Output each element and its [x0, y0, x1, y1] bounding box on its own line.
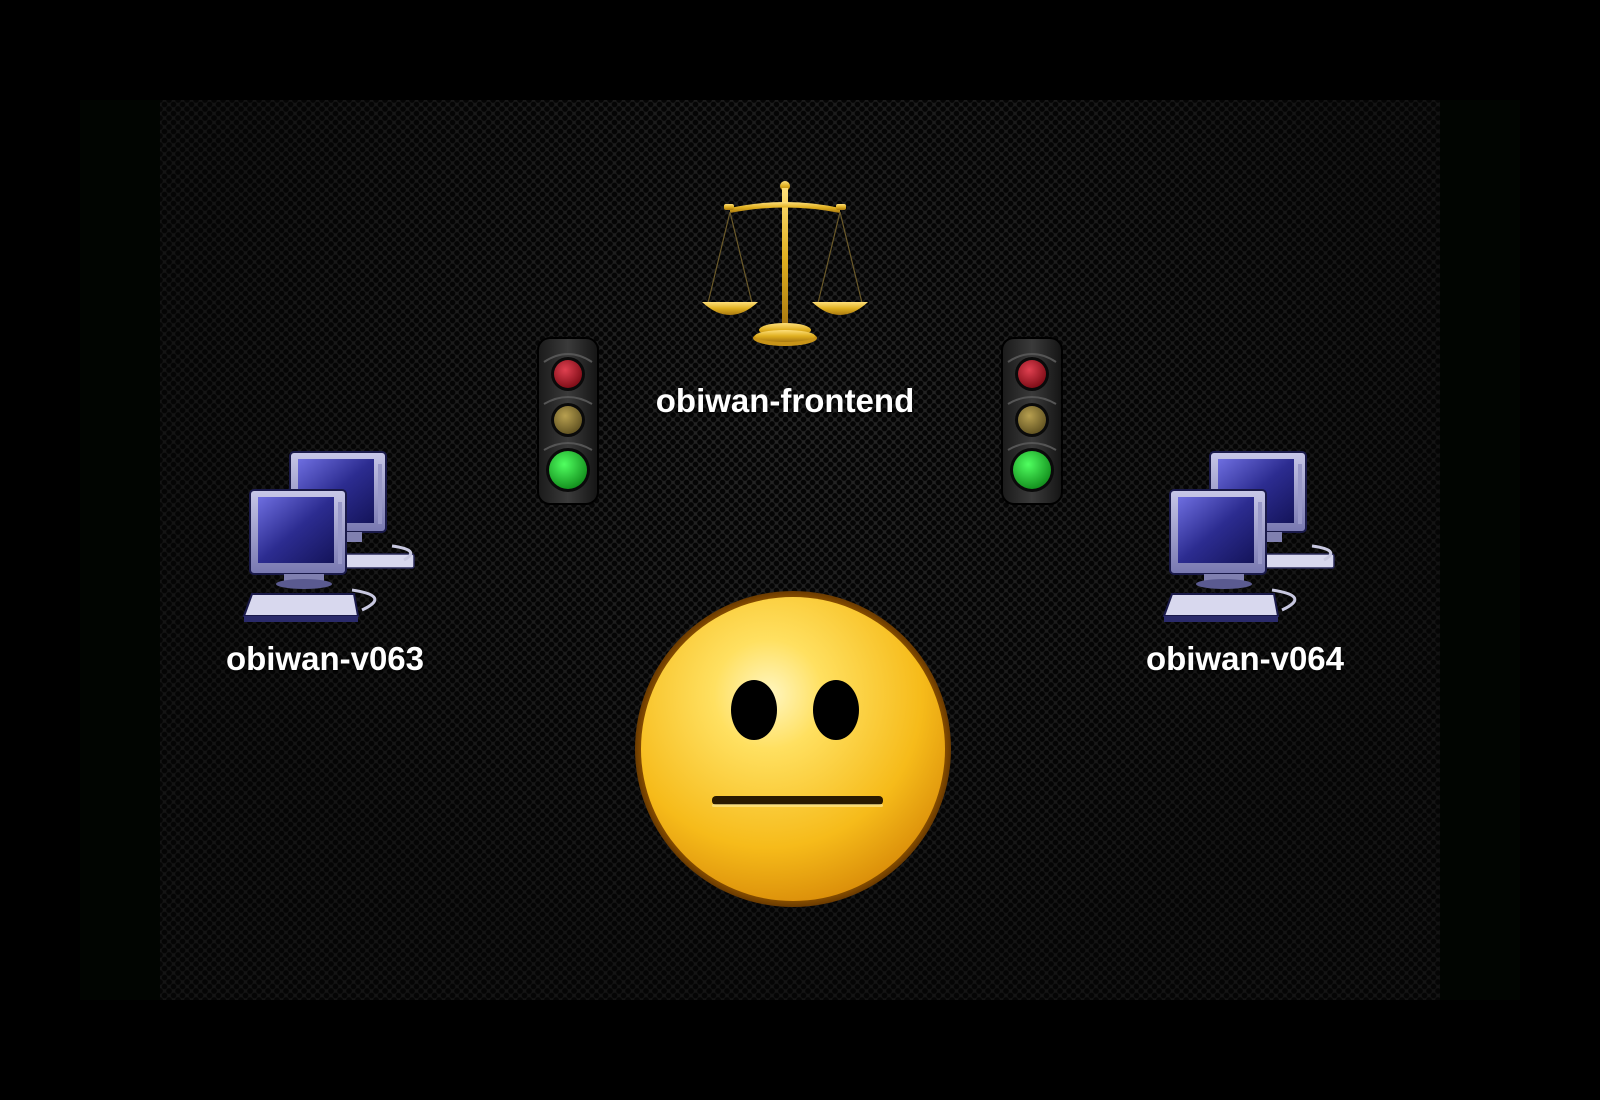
- neutral-face-icon: [632, 588, 954, 910]
- slide-border-left: [80, 100, 160, 1000]
- backend-left-label: obiwan-v063: [225, 640, 425, 677]
- backend-right-label: obiwan-v064: [1145, 640, 1345, 677]
- diagram-slide: obiwan-frontend obiwan-v063 obiwan-v064: [160, 100, 1440, 1000]
- computer-cluster-icon: [242, 450, 422, 630]
- slide-border-right: [1440, 100, 1520, 1000]
- frontend-label: obiwan-frontend: [655, 382, 915, 419]
- traffic-light-icon: [1000, 336, 1064, 506]
- traffic-light-icon: [536, 336, 600, 506]
- computer-cluster-icon: [1162, 450, 1342, 630]
- presentation-stage: obiwan-frontend obiwan-v063 obiwan-v064: [0, 0, 1600, 1100]
- balance-scale-icon: [700, 178, 870, 350]
